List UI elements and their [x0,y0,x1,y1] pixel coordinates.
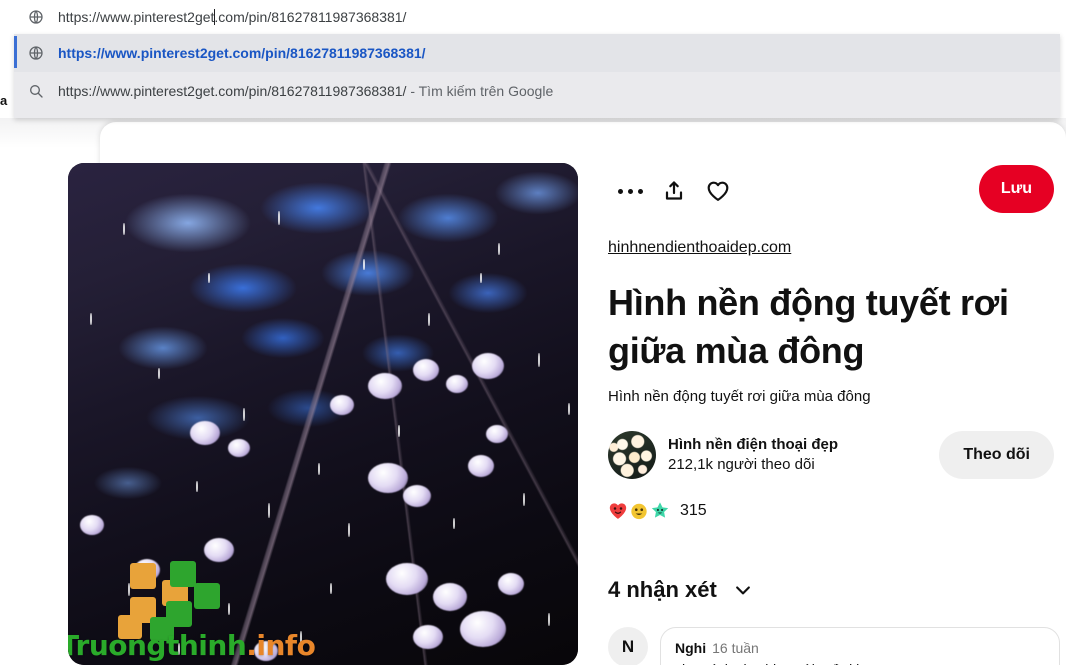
suggestion-search-url: https://www.pinterest2get.com/pin/816278… [58,83,407,99]
comment-time: 16 tuần [712,640,759,656]
comment-text: cho mình xin video với a đc kh [675,659,1045,665]
snowflake [453,518,455,529]
list-item: N Nghi 16 tuần cho mình xin video với a đ… [608,627,1060,665]
snowflake [480,273,482,283]
snowflake [538,353,540,367]
snowflake [363,259,365,270]
happy-face-emoji [631,503,647,520]
creator-followers: 212,1k người theo dõi [668,456,815,473]
site-watermark: Truongthinh.info [68,553,316,665]
snowflake [348,523,350,537]
blossom [80,515,104,535]
creator-meta: Hình nền điện thoại đẹp 212,1k người the… [668,435,838,475]
globe-icon [14,45,58,61]
snowflake [498,243,500,255]
watermark-tld: .info [246,629,316,662]
pin-image[interactable]: Truongthinh.info [68,163,578,665]
page-title: Hình nền động tuyết rơi giữa mùa đông [608,282,1009,371]
stray-text: a [0,93,8,108]
snowflake [278,211,280,225]
blossom [190,421,220,445]
share-icon[interactable] [652,169,696,213]
watermark-square [170,561,196,587]
heart-eyes-emoji [609,503,627,519]
snowflake [428,313,430,326]
snowflake [243,408,245,421]
blossom [368,463,408,493]
creator-row: Hình nền điện thoại đẹp 212,1k người the… [608,431,1060,479]
suggestion-url-text: https://www.pinterest2get.com/pin/816278… [58,45,426,61]
url-after-caret: .com/pin/81627811987368381/ [214,9,407,25]
snowflake [158,368,160,379]
globe-icon [14,9,58,25]
comment-header: Nghi 16 tuần [675,638,1045,658]
blossom [446,375,468,393]
more-options-dots [617,188,643,194]
watermark-name: Truongthinh [68,629,247,662]
url-before-caret: https://www.pinterest2get [58,9,215,25]
pin-description: Hình nền động tuyết rơi giữa mùa đông [608,388,871,405]
pin-detail-panel: Lưu hinhnendienthoaidep.com Hình nền độn… [608,163,1060,665]
address-bar-text[interactable]: https://www.pinterest2get.com/pin/816278… [58,9,406,25]
comments-header[interactable]: 4 nhận xét [608,577,1060,603]
blossom [368,373,402,399]
blossom [498,573,524,595]
star-face-emoji [651,502,669,518]
watermark-text: Truongthinh.info [68,629,316,662]
snowflake [330,583,332,594]
suggestion-search-text: https://www.pinterest2get.com/pin/816278… [58,83,553,99]
snowflake [568,403,570,415]
blossom [486,425,508,443]
snowflake [548,613,550,626]
browser-window: Truongthinh.info Lưu hinhnendienthoaidep… [0,0,1066,665]
blossom [413,625,443,649]
blossom [386,563,428,595]
search-icon [14,83,58,99]
snowflake [318,463,320,475]
heart-icon[interactable] [696,169,740,213]
comments-count-label: 4 nhận xét [608,577,717,602]
suggestion-item-search[interactable]: https://www.pinterest2get.com/pin/816278… [14,72,1060,110]
blossom [472,353,504,379]
snowflake [196,481,198,492]
omnibox-suggestions: https://www.pinterest2get.com/pin/816278… [14,34,1060,118]
comment-author[interactable]: Nghi [675,640,706,656]
snowflake [268,503,270,518]
blossom [330,395,354,415]
watermark-square [194,583,220,609]
comment-bubble: Nghi 16 tuần cho mình xin video với a đc … [660,627,1060,665]
snowflake [398,425,400,437]
snowflake [523,493,525,506]
avatar[interactable] [608,431,656,479]
omnibox-overlay: https://www.pinterest2get.com/pin/816278… [0,0,1066,118]
comment-avatar[interactable]: N [608,627,648,665]
watermark-square [130,563,156,589]
blossom [228,439,250,457]
blossom [460,611,506,647]
follow-button[interactable]: Theo dõi [939,431,1054,479]
suggestion-search-suffix: - Tìm kiếm trên Google [406,83,554,99]
blossom [468,455,494,477]
pin-action-row: Lưu [608,163,1060,219]
chevron-down-icon[interactable] [733,580,753,600]
creator-name[interactable]: Hình nền điện thoại đẹp [668,435,838,455]
address-bar[interactable]: https://www.pinterest2get.com/pin/816278… [14,0,1066,34]
more-options-icon[interactable] [608,169,652,213]
blossom [403,485,431,507]
save-button[interactable]: Lưu [978,165,1054,213]
blossom [413,359,439,381]
snowflake [208,273,210,283]
snowflake [90,313,92,325]
blossom [433,583,467,611]
reactions-row[interactable]: 315 [608,501,1060,521]
suggestion-item-url[interactable]: https://www.pinterest2get.com/pin/816278… [14,34,1060,72]
snowflake [123,223,125,235]
source-link[interactable]: hinhnendienthoaidep.com [608,239,791,257]
reaction-count: 315 [680,502,707,519]
